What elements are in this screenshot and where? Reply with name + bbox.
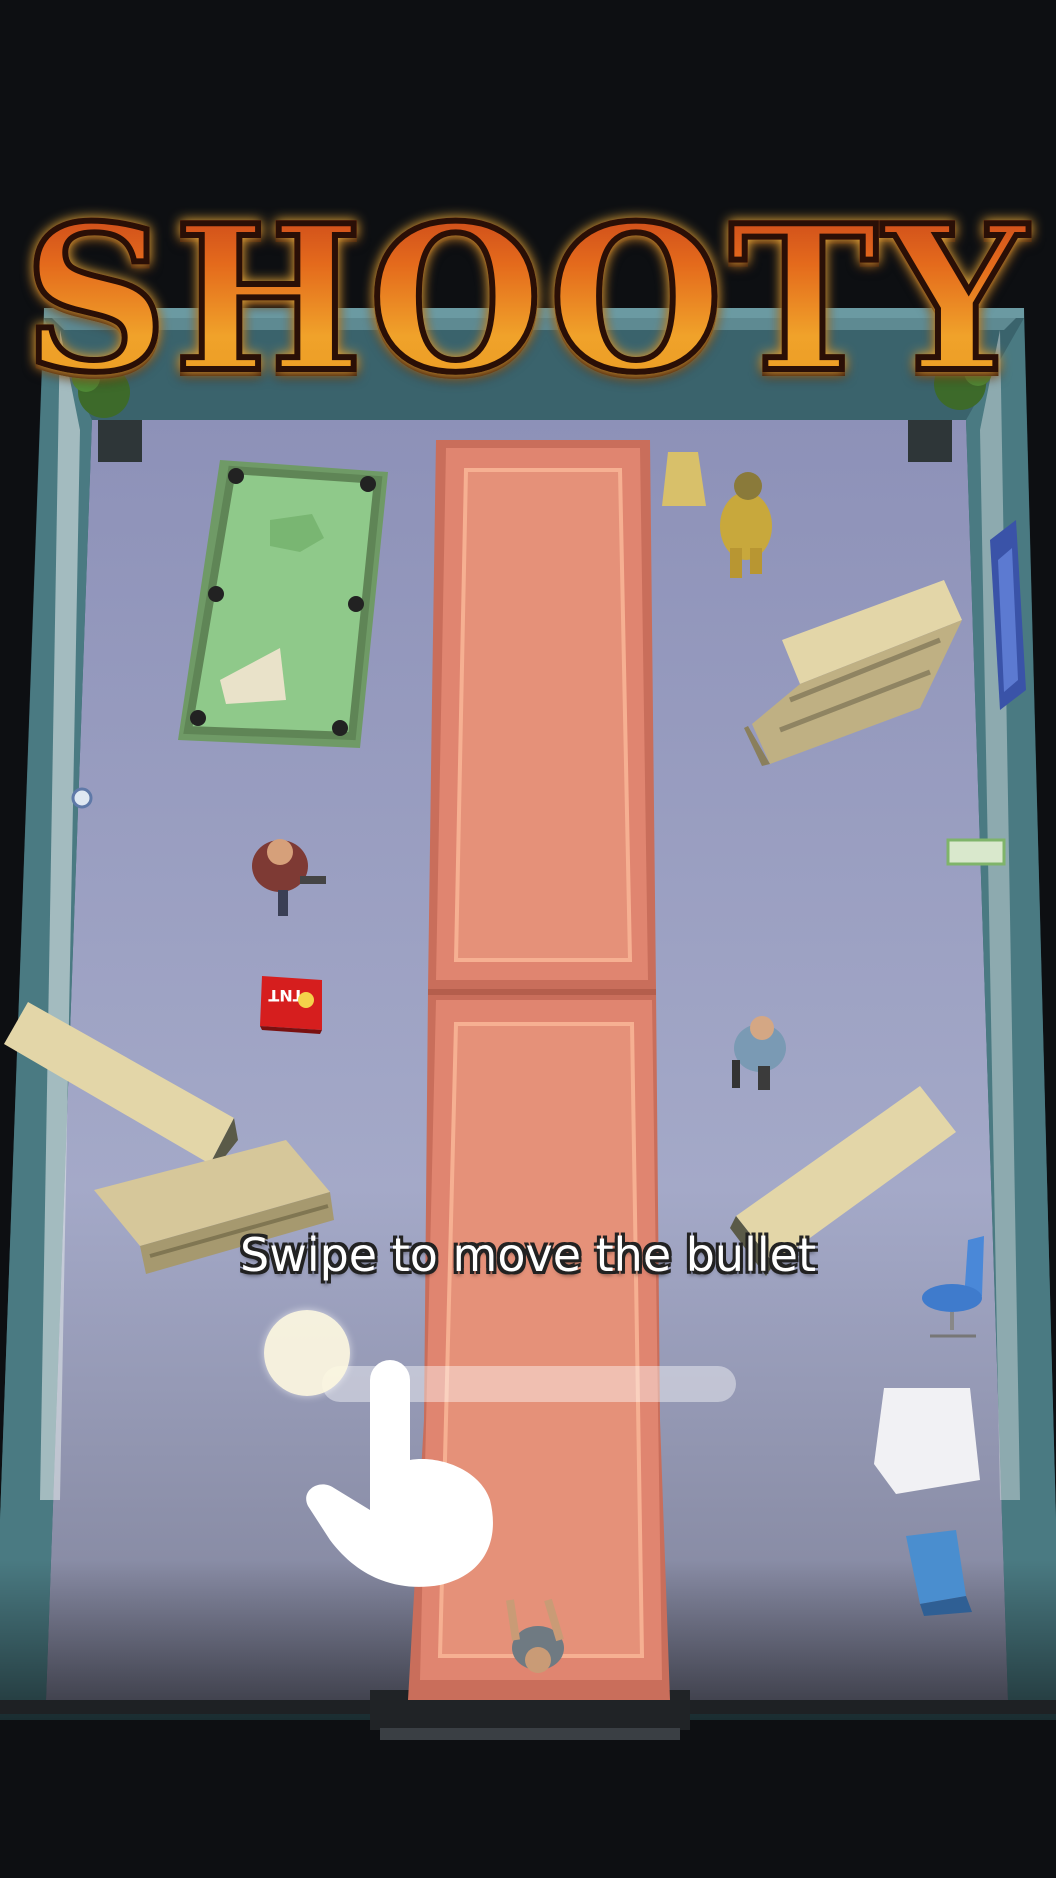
- swipe-hint-text: Swipe to move the bullet: [240, 1228, 816, 1282]
- cup: [71, 787, 93, 809]
- hand-pointer-icon: [306, 1360, 493, 1587]
- tnt-box: TNT: [260, 976, 322, 1034]
- game-title-logo: SHOOTY: [0, 179, 1056, 420]
- side-table: [874, 1388, 980, 1494]
- game-screen[interactable]: TNT SHOOTY Swipe to move the bullet: [0, 0, 1056, 1878]
- cash-stack: [946, 838, 1006, 866]
